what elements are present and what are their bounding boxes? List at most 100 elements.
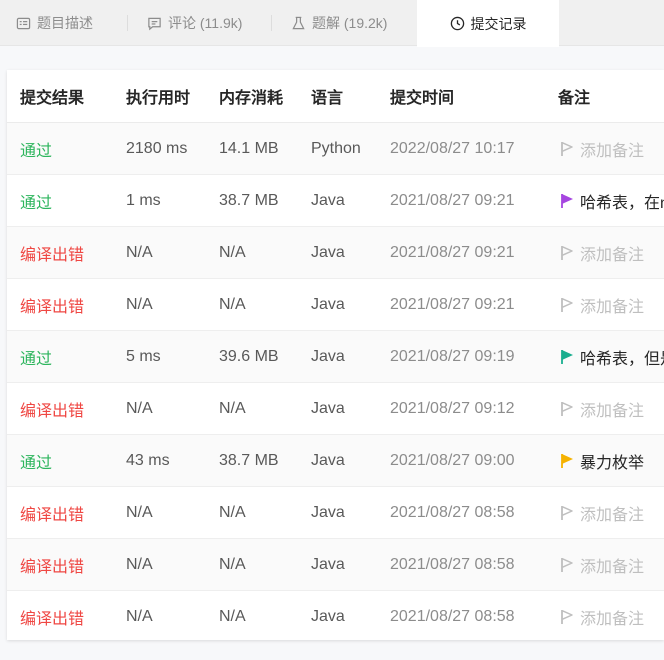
submissions-panel: 提交结果 执行用时 内存消耗 语言 提交时间 备注 通过 2180 ms 14.1 …: [7, 70, 664, 640]
header-runtime: 执行用时: [113, 70, 206, 123]
status-link[interactable]: 编译出错: [7, 278, 113, 331]
note-text: 添加备注: [580, 142, 645, 160]
note-cell: 暴力枚举: [545, 434, 664, 487]
note-button[interactable]: 添加备注: [558, 293, 664, 317]
table-header-row: 提交结果 执行用时 内存消耗 语言 提交时间 备注: [7, 70, 664, 123]
note-cell: 添加备注: [545, 122, 664, 175]
tab-divider: [127, 15, 128, 31]
note-button[interactable]: 添加备注: [558, 241, 664, 265]
language-cell: Java: [298, 174, 377, 227]
clock-icon: [450, 16, 464, 31]
memory-cell: 39.6 MB: [206, 330, 298, 383]
note-text: 添加备注: [580, 610, 645, 628]
status-link[interactable]: 通过: [7, 174, 113, 227]
flask-icon: [292, 16, 305, 29]
status-link[interactable]: 编译出错: [7, 486, 113, 539]
status-link[interactable]: 编译出错: [7, 590, 113, 640]
note-button[interactable]: 添加备注: [558, 501, 664, 525]
note-button[interactable]: 哈希表，但是: [558, 345, 664, 369]
runtime-cell: 1 ms: [113, 174, 206, 227]
header-memory: 内存消耗: [206, 70, 298, 123]
note-button[interactable]: 添加备注: [558, 397, 664, 421]
flag-icon: [561, 401, 573, 416]
status-link[interactable]: 编译出错: [7, 226, 113, 279]
flag-icon: [561, 349, 573, 364]
tab-label: 题解 (19.2k): [312, 15, 388, 31]
memory-cell: 38.7 MB: [206, 174, 298, 227]
table-row: 通过 2180 ms 14.1 MB Python 2022/08/27 10:17 添加…: [7, 122, 664, 175]
note-cell: 添加备注: [545, 382, 664, 435]
note-button[interactable]: 添加备注: [558, 137, 664, 161]
status-link[interactable]: 通过: [7, 122, 113, 175]
runtime-cell: N/A: [113, 226, 206, 279]
submit-time-cell: 2021/08/27 09:21: [377, 278, 545, 331]
runtime-cell: N/A: [113, 382, 206, 435]
runtime-cell: N/A: [113, 590, 206, 640]
tab-label: 提交记录: [470, 15, 527, 32]
memory-cell: 14.1 MB: [206, 122, 298, 175]
memory-cell: N/A: [206, 486, 298, 539]
runtime-cell: N/A: [113, 486, 206, 539]
language-cell: Java: [298, 538, 377, 591]
memory-cell: N/A: [206, 278, 298, 331]
memory-cell: N/A: [206, 382, 298, 435]
tab-divider: [271, 15, 272, 31]
flag-icon: [561, 453, 573, 468]
runtime-cell: N/A: [113, 538, 206, 591]
memory-cell: 38.7 MB: [206, 434, 298, 487]
submit-time-cell: 2021/08/27 09:21: [377, 174, 545, 227]
table-row: 通过 43 ms 38.7 MB Java 2021/08/27 09:00 暴力枚举: [7, 434, 664, 487]
status-link[interactable]: 通过: [7, 434, 113, 487]
flag-icon: [561, 609, 573, 624]
note-button[interactable]: 添加备注: [558, 605, 664, 629]
submit-time-cell: 2021/08/27 09:21: [377, 226, 545, 279]
note-text: 添加备注: [580, 298, 645, 316]
note-button[interactable]: 添加备注: [558, 553, 664, 577]
header-status: 提交结果: [7, 70, 113, 123]
tab-submissions[interactable]: 提交记录: [417, 0, 559, 47]
note-cell: 哈希表，在m: [545, 174, 664, 227]
language-cell: Java: [298, 382, 377, 435]
status-link[interactable]: 编译出错: [7, 382, 113, 435]
language-cell: Java: [298, 434, 377, 487]
flag-icon: [561, 141, 573, 156]
comment-icon: [148, 17, 161, 30]
language-cell: Java: [298, 330, 377, 383]
status-link[interactable]: 通过: [7, 330, 113, 383]
language-cell: Java: [298, 278, 377, 331]
runtime-cell: 43 ms: [113, 434, 206, 487]
submit-time-cell: 2021/08/27 09:00: [377, 434, 545, 487]
language-cell: Java: [298, 486, 377, 539]
tab-solutions[interactable]: 题解 (19.2k): [291, 0, 387, 46]
tab-description[interactable]: 题目描述: [16, 0, 93, 46]
runtime-cell: 2180 ms: [113, 122, 206, 175]
note-text: 添加备注: [580, 558, 645, 576]
language-cell: Java: [298, 226, 377, 279]
language-cell: Python: [298, 122, 377, 175]
flag-icon: [561, 245, 573, 260]
flag-icon: [561, 297, 573, 312]
note-cell: 添加备注: [545, 486, 664, 539]
memory-cell: N/A: [206, 590, 298, 640]
note-cell: 添加备注: [545, 590, 664, 640]
table-row: 编译出错 N/A N/A Java 2021/08/27 09:21 添加备注: [7, 226, 664, 279]
header-note: 备注: [545, 70, 664, 123]
table-row: 编译出错 N/A N/A Java 2021/08/27 09:21 添加备注: [7, 278, 664, 331]
submit-time-cell: 2021/08/27 09:12: [377, 382, 545, 435]
header-submit-time: 提交时间: [377, 70, 545, 123]
table-row: 编译出错 N/A N/A Java 2021/08/27 08:58 添加备注: [7, 590, 664, 640]
flag-icon: [561, 505, 573, 520]
note-button[interactable]: 暴力枚举: [558, 449, 664, 473]
runtime-cell: N/A: [113, 278, 206, 331]
submissions-table: 提交结果 执行用时 内存消耗 语言 提交时间 备注 通过 2180 ms 14.1 …: [7, 70, 664, 640]
note-cell: 添加备注: [545, 278, 664, 331]
note-text: 添加备注: [580, 402, 645, 420]
submit-time-cell: 2021/08/27 08:58: [377, 486, 545, 539]
tab-comments[interactable]: 评论 (11.9k): [147, 0, 242, 46]
tab-label: 评论 (11.9k): [168, 15, 243, 31]
submit-time-cell: 2021/08/27 08:58: [377, 538, 545, 591]
note-text: 哈希表，在m: [580, 194, 664, 212]
note-button[interactable]: 哈希表，在m: [558, 189, 664, 213]
submit-time-cell: 2021/08/27 08:58: [377, 590, 545, 640]
status-link[interactable]: 编译出错: [7, 538, 113, 591]
